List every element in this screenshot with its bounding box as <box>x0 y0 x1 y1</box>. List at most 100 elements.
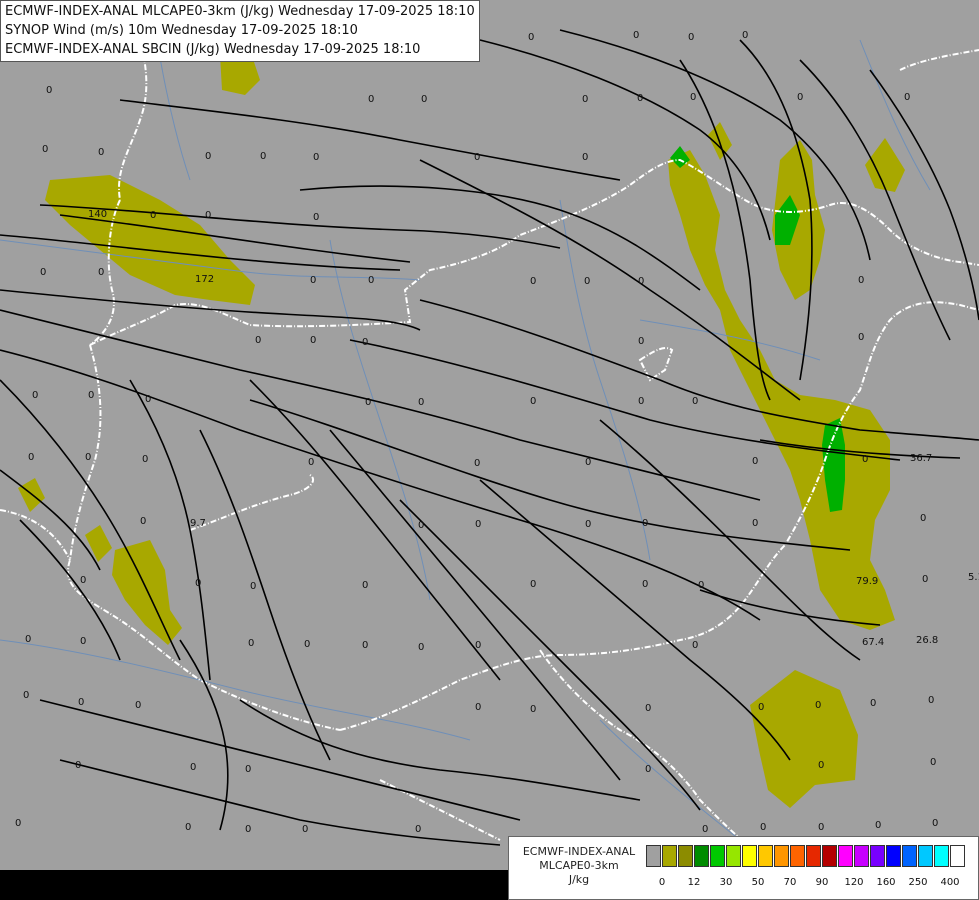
cape-value: 140 <box>88 209 107 220</box>
cape-value: 0 <box>150 210 156 221</box>
cape-value: 0 <box>88 390 94 401</box>
legend-tick-label: 250 <box>908 877 928 888</box>
cape-value: 0 <box>585 519 591 530</box>
legend-swatch <box>726 845 741 867</box>
cape-value: 0 <box>922 574 928 585</box>
legend-swatch <box>902 845 917 867</box>
legend-swatch <box>950 845 965 867</box>
legend-swatch <box>822 845 837 867</box>
cape-value: 0 <box>142 454 148 465</box>
legend-swatch <box>854 845 869 867</box>
cape-value: 0 <box>688 32 694 43</box>
cape-value: 0 <box>474 458 480 469</box>
cape-value: 0 <box>633 30 639 41</box>
cape-value: 0 <box>638 396 644 407</box>
cape-value: 0 <box>98 267 104 278</box>
legend-swatch <box>870 845 885 867</box>
cape-value: 0 <box>920 513 926 524</box>
title-synop-wind: SYNOP Wind (m/s) 10m Wednesday 17-09-202… <box>5 23 358 38</box>
cape-value: 0 <box>75 760 81 771</box>
cape-value: 0 <box>302 824 308 835</box>
cape-value: 0 <box>205 210 211 221</box>
cape-value: 0 <box>818 822 824 833</box>
cape-value: 0 <box>313 152 319 163</box>
legend-swatch <box>694 845 709 867</box>
cape-value: 0 <box>932 818 938 829</box>
cape-value: 0 <box>528 32 534 43</box>
legend-swatch <box>918 845 933 867</box>
cape-value: 0 <box>205 151 211 162</box>
cape-value: 0 <box>248 638 254 649</box>
cape-value: 0 <box>418 520 424 531</box>
legend-swatch <box>886 845 901 867</box>
legend-swatch <box>758 845 773 867</box>
legend-swatch <box>806 845 821 867</box>
cape-value: 0 <box>195 578 201 589</box>
legend-tick-label: 90 <box>815 877 829 888</box>
cape-value: 0 <box>760 822 766 833</box>
cape-value: 0 <box>645 764 651 775</box>
legend-swatch <box>646 845 661 867</box>
cape-value: 0 <box>530 579 536 590</box>
cape-value: 0 <box>365 397 371 408</box>
legend-tick-label: 70 <box>783 877 797 888</box>
cape-value: 0 <box>32 390 38 401</box>
cape-value: 36.7 <box>910 453 932 464</box>
cape-value: 0 <box>582 152 588 163</box>
legend-tick-label: 12 <box>687 877 701 888</box>
legend-swatch <box>838 845 853 867</box>
cape-value: 0 <box>585 457 591 468</box>
cape-value: 0 <box>190 762 196 773</box>
cape-value: 0 <box>870 698 876 709</box>
cape-value: 0 <box>752 518 758 529</box>
title-sbcin: ECMWF-INDEX-ANAL SBCIN (J/kg) Wednesday … <box>5 42 421 57</box>
cape-value: 0 <box>80 575 86 586</box>
cape-value: 0 <box>185 822 191 833</box>
cape-value: 5.1 <box>968 572 979 583</box>
cape-value: 0 <box>418 397 424 408</box>
cape-value: 0 <box>368 94 374 105</box>
cape-value: 79.9 <box>856 576 878 587</box>
cape-value: 0 <box>930 757 936 768</box>
cape-value: 0 <box>584 276 590 287</box>
cape-value: 0 <box>702 824 708 835</box>
cape-value: 0 <box>530 396 536 407</box>
cape-value: 0 <box>638 276 644 287</box>
cape-value: 0 <box>475 702 481 713</box>
cape-value: 0 <box>752 456 758 467</box>
cape-value: 0 <box>85 452 91 463</box>
cape-value: 0 <box>42 144 48 155</box>
legend-swatch <box>742 845 757 867</box>
legend-unit: J/kg <box>568 873 590 886</box>
cape-value: 0 <box>638 336 644 347</box>
cape-value: 0 <box>818 760 824 771</box>
cape-value: 0 <box>758 702 764 713</box>
cape-value: 9.7 <box>190 518 206 529</box>
cape-value: 0 <box>642 579 648 590</box>
cape-value: 0 <box>858 275 864 286</box>
cape-value: 0 <box>530 704 536 715</box>
cape-value: 0 <box>928 695 934 706</box>
cape-value: 0 <box>530 276 536 287</box>
legend-swatch <box>934 845 949 867</box>
cape-value: 0 <box>310 335 316 346</box>
legend-tick-label: 160 <box>876 877 896 888</box>
cape-wind-map: 0 0 0 0 0 0 0 0 0 0 0 0 0 0 0 0 0 0 0 0 … <box>0 0 979 900</box>
title-mlcape: ECMWF-INDEX-ANAL MLCAPE0-3km (J/kg) Wedn… <box>5 4 475 19</box>
cape-value: 0 <box>875 820 881 831</box>
cape-value: 0 <box>260 151 266 162</box>
cape-value: 0 <box>25 634 31 645</box>
map-title-box: ECMWF-INDEX-ANAL MLCAPE0-3km (J/kg) Wedn… <box>0 0 480 62</box>
cape-value: 0 <box>475 640 481 651</box>
legend-swatch <box>678 845 693 867</box>
cape-value: 0 <box>80 636 86 647</box>
legend-swatch <box>790 845 805 867</box>
cape-value: 0 <box>23 690 29 701</box>
color-legend: ECMWF-INDEX-ANAL MLCAPE0-3km J/kg 0 12 30 5… <box>508 836 979 900</box>
cape-value: 0 <box>475 519 481 530</box>
cape-value: 0 <box>862 454 868 465</box>
cape-value: 0 <box>797 92 803 103</box>
cape-value: 0 <box>904 92 910 103</box>
cape-value: 0 <box>46 85 52 96</box>
cape-value: 0 <box>78 697 84 708</box>
